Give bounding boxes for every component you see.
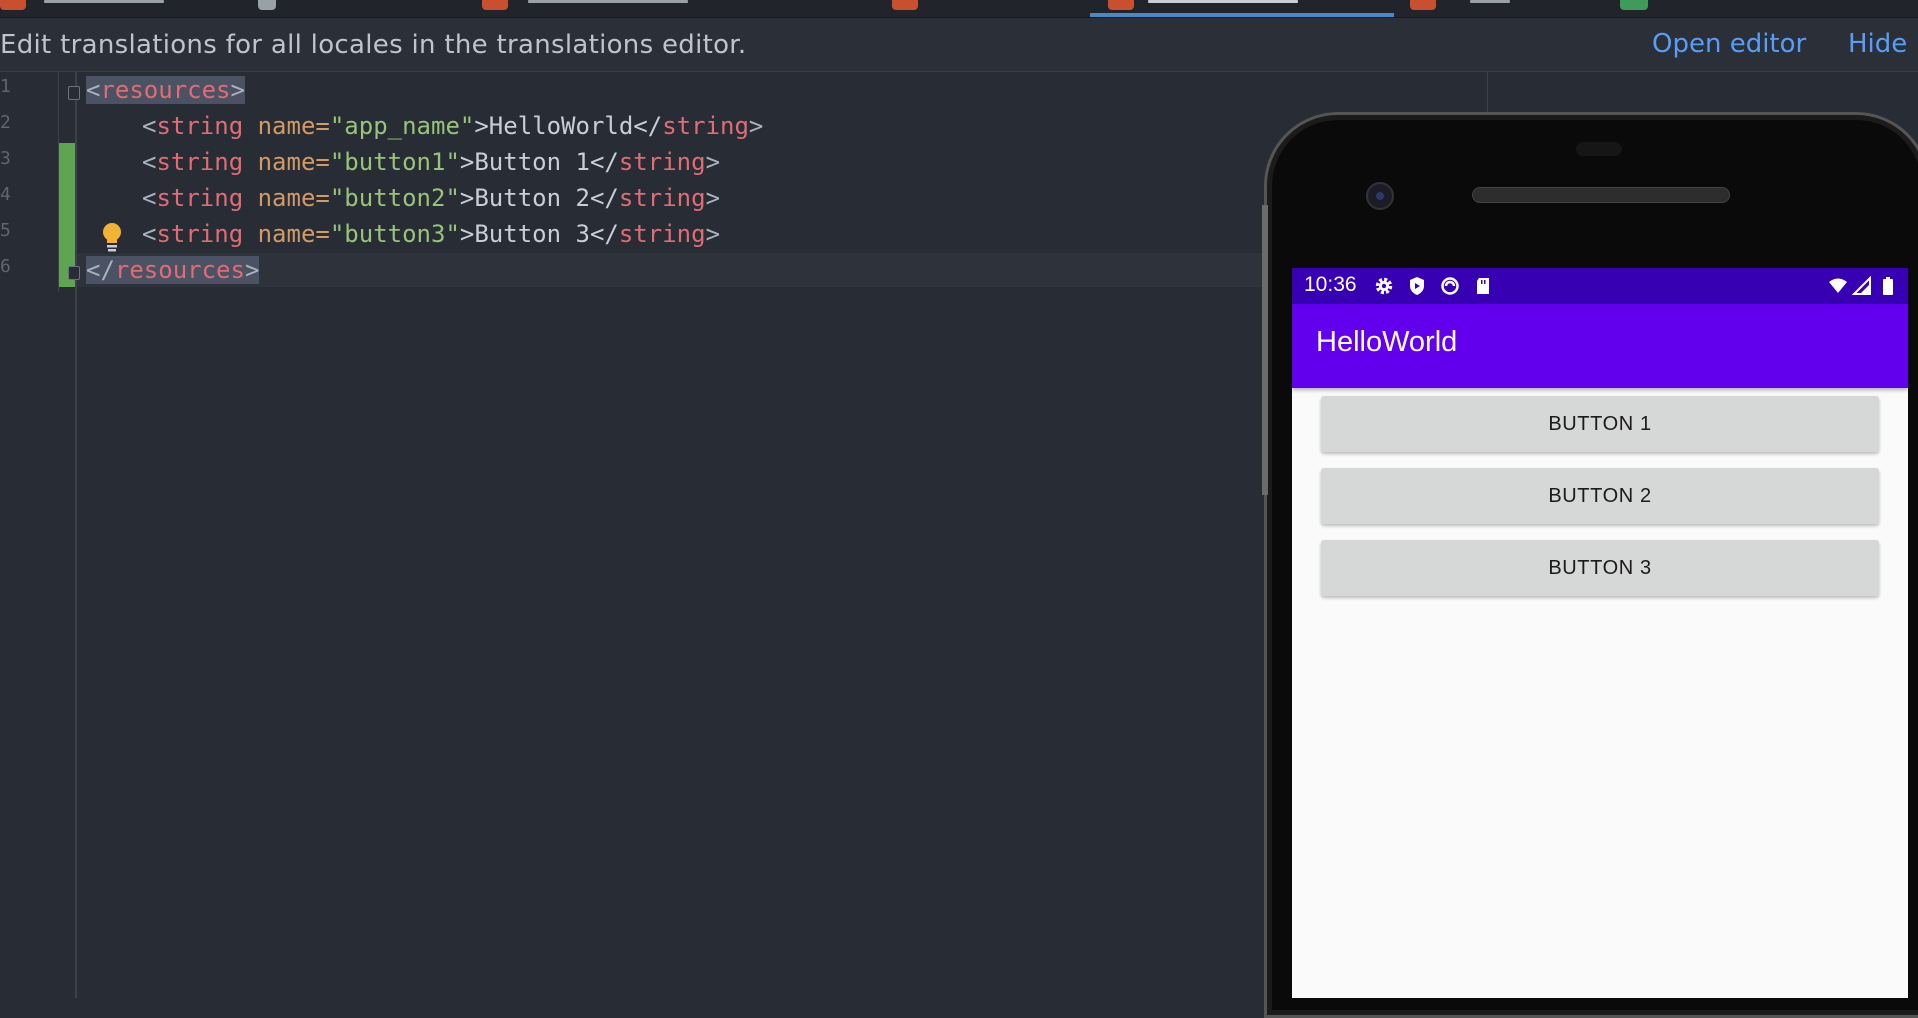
code-token: > [705,220,721,248]
front-camera [1366,182,1394,210]
code-token: name= [243,184,330,212]
app-bar: HelloWorld [1292,304,1908,388]
code-token: < [142,112,157,140]
code-token: resources [100,76,231,104]
code-line[interactable]: <string name="button3">Button 3</string> [142,216,720,252]
signal-icon [1852,276,1871,295]
code-token: >Button 3</ [459,220,619,248]
lightbulb-icon[interactable] [101,222,123,254]
code-line[interactable]: </resources> [86,252,260,288]
code-token: < [142,220,157,248]
sd-card-icon [1477,278,1489,294]
code-token: < [142,184,157,212]
button-2[interactable]: BUTTON 2 [1321,468,1879,524]
editor-tab-strip [0,0,1918,18]
code-token: string [156,184,244,212]
code-token: > [705,148,721,176]
code-token: string [156,148,244,176]
chart-file-icon [1620,0,1648,10]
open-editor-link[interactable]: Open editor [1652,29,1806,59]
code-token: >Button 2</ [459,184,619,212]
code-token: >Button 1</ [459,148,619,176]
code-line[interactable]: <resources> [86,72,245,108]
tab-label [528,0,688,3]
tab-label [1148,0,1298,3]
settings-icon [1375,277,1393,295]
xml-file-icon [0,0,26,10]
code-token: string [618,148,706,176]
file-icon [258,0,276,10]
code-token: string [156,112,244,140]
status-time: 10:36 [1304,273,1357,296]
device-sensor [1576,142,1622,156]
battery-icon [1883,277,1893,295]
hide-link[interactable]: Hide [1848,29,1907,59]
shield-icon [1410,277,1424,295]
status-bar: 10:36 [1292,268,1908,304]
code-token: string [662,112,749,140]
code-token: "app_name" [329,112,475,140]
line-number: 4 [0,184,10,205]
device-speaker [1472,187,1730,203]
code-token: string [618,220,706,248]
line-number: 3 [0,148,10,169]
code-token: </ [86,256,115,284]
device-screen: 10:36 HelloWorld BUTTON 1 BUTTON 2 BUTTO… [1292,268,1908,998]
fold-marker-icon[interactable] [68,266,80,280]
xml-file-icon [482,0,508,10]
line-number: 1 [0,76,10,97]
code-token: resources [114,256,245,284]
code-token: > [748,112,764,140]
active-tab-indicator [1090,13,1394,17]
code-token: < [142,148,157,176]
code-token: > [244,256,260,284]
code-token: name= [243,148,330,176]
fold-marker-icon[interactable] [68,86,80,100]
gutter-separator [75,72,77,998]
tab-label [44,0,164,3]
line-number: 5 [0,220,10,241]
code-token: "button1" [329,148,460,176]
code-line[interactable]: <string name="button2">Button 2</string> [142,180,720,216]
right-margin-guide [1487,72,1488,112]
code-token: >HelloWorld</ [474,112,663,140]
data-saver-icon [1441,277,1459,295]
app-title: HelloWorld [1316,326,1458,358]
code-token: name= [243,112,330,140]
code-token: string [156,220,244,248]
code-token: "button3" [329,220,460,248]
xml-file-icon [1410,0,1436,10]
button-1[interactable]: BUTTON 1 [1321,396,1879,452]
xml-file-icon [892,0,918,10]
xml-file-icon [1108,0,1134,10]
code-line[interactable]: <string name="button1">Button 1</string> [142,144,720,180]
code-line[interactable]: <string name="app_name">HelloWorld</stri… [142,108,763,144]
line-number: 2 [0,112,10,133]
code-token: < [86,76,101,104]
device-side-button [1262,205,1268,495]
code-token: name= [243,220,330,248]
notification-message: Edit translations for all locales in the… [0,30,747,60]
wifi-icon [1829,278,1847,293]
code-token: > [230,76,245,104]
code-token: > [705,184,721,212]
code-token: string [618,184,706,212]
tab-label [1470,0,1510,3]
line-number: 6 [0,256,10,277]
button-3[interactable]: BUTTON 3 [1321,540,1879,596]
code-token: "button2" [329,184,460,212]
translations-notification-bar: Edit translations for all locales in the… [0,18,1918,72]
